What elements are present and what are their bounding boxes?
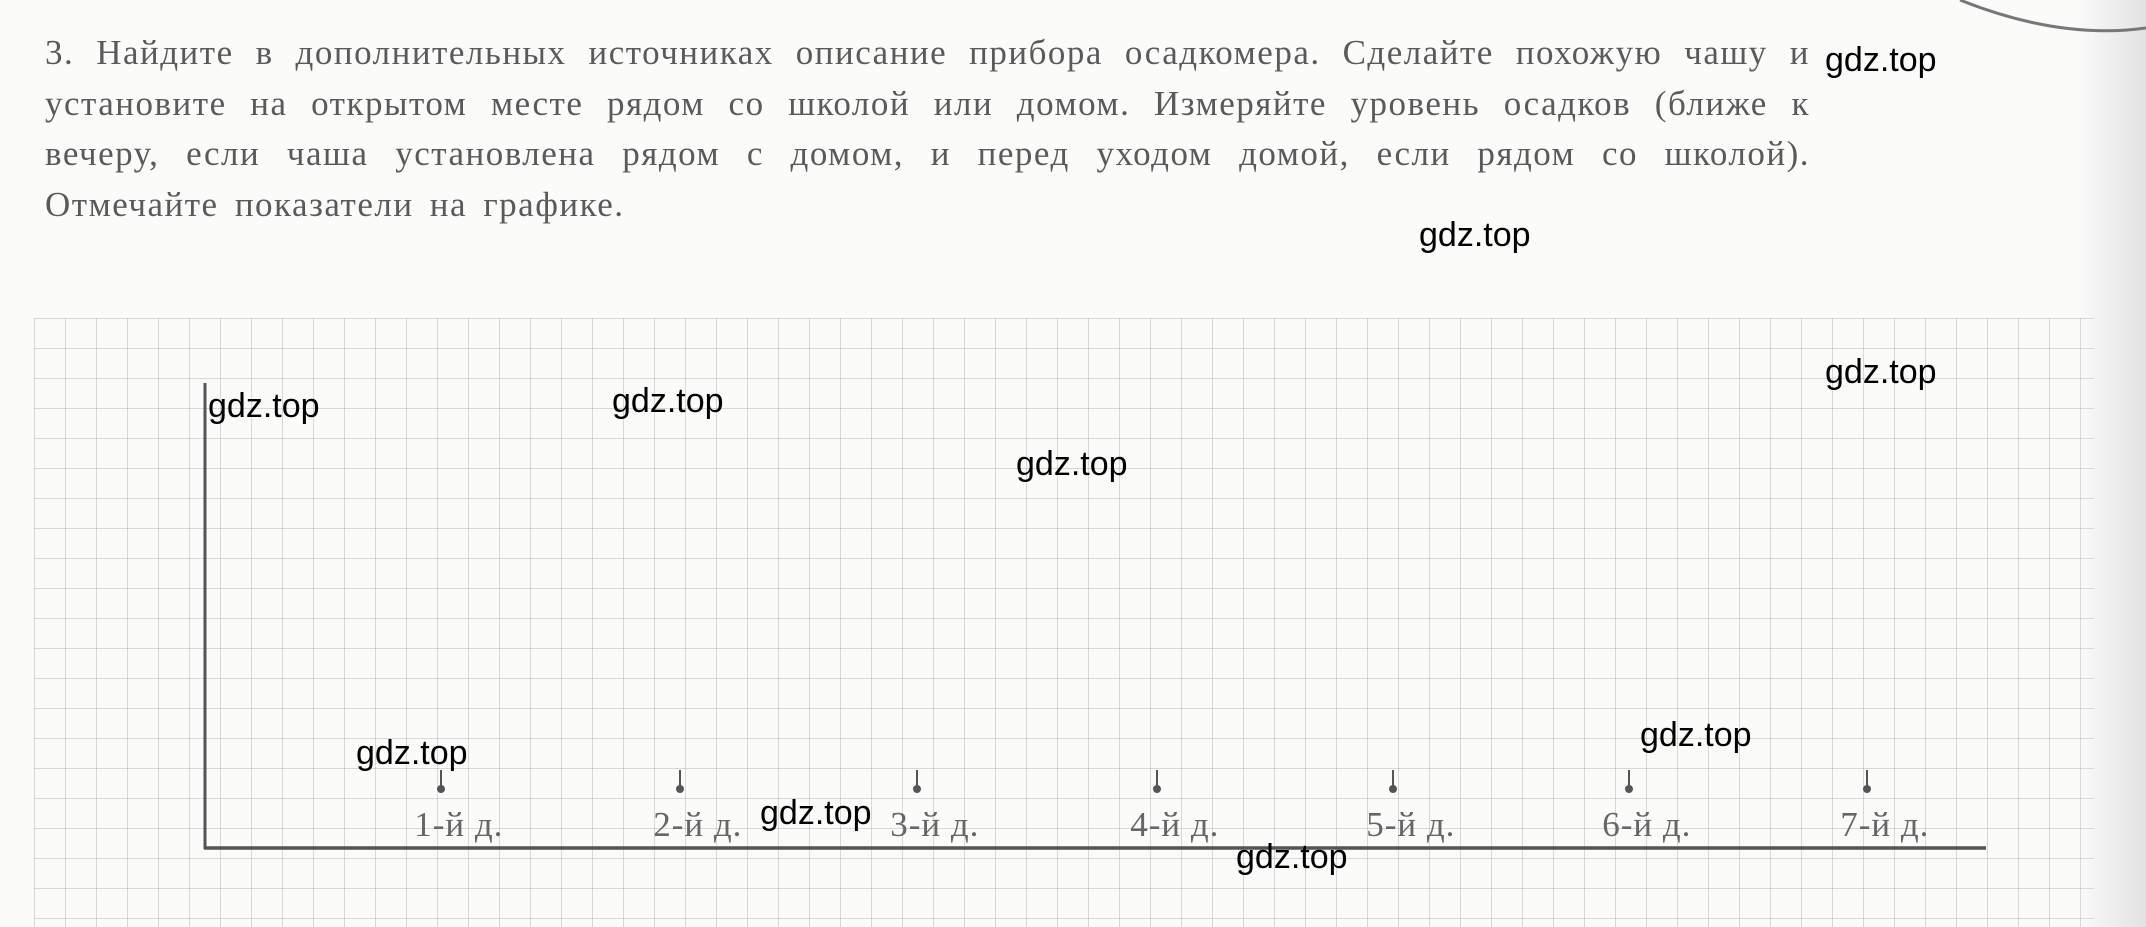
watermark: gdz.top [1419, 216, 1531, 254]
x-tick-dot [676, 785, 684, 793]
task-text: 3. Найдите в дополнительных источниках о… [45, 33, 1810, 224]
x-tick-dot [913, 785, 921, 793]
watermark: gdz.top [612, 382, 724, 420]
x-tick-dot [1153, 785, 1161, 793]
watermark: gdz.top [1825, 41, 1937, 79]
x-tick-dot [1625, 785, 1633, 793]
x-tick-label: 3-й д. [890, 805, 980, 844]
x-tick-dot [1389, 785, 1397, 793]
x-tick-dot [1863, 785, 1871, 793]
x-tick-label: 6-й д. [1602, 805, 1692, 844]
x-tick-dot [437, 785, 445, 793]
watermark: gdz.top [356, 734, 468, 772]
x-tick-label: 7-й д. [1840, 805, 1930, 844]
watermark: gdz.top [760, 794, 872, 832]
x-tick-label: 5-й д. [1366, 805, 1456, 844]
watermark: gdz.top [1825, 353, 1937, 391]
watermark: gdz.top [1236, 838, 1348, 876]
x-tick-label: 4-й д. [1130, 805, 1220, 844]
watermark: gdz.top [208, 387, 320, 425]
watermark: gdz.top [1016, 445, 1128, 483]
watermark: gdz.top [1640, 716, 1752, 754]
decorative-arc [1959, 0, 2146, 33]
x-tick-label: 1-й д. [414, 805, 504, 844]
x-tick-label: 2-й д. [653, 805, 743, 844]
